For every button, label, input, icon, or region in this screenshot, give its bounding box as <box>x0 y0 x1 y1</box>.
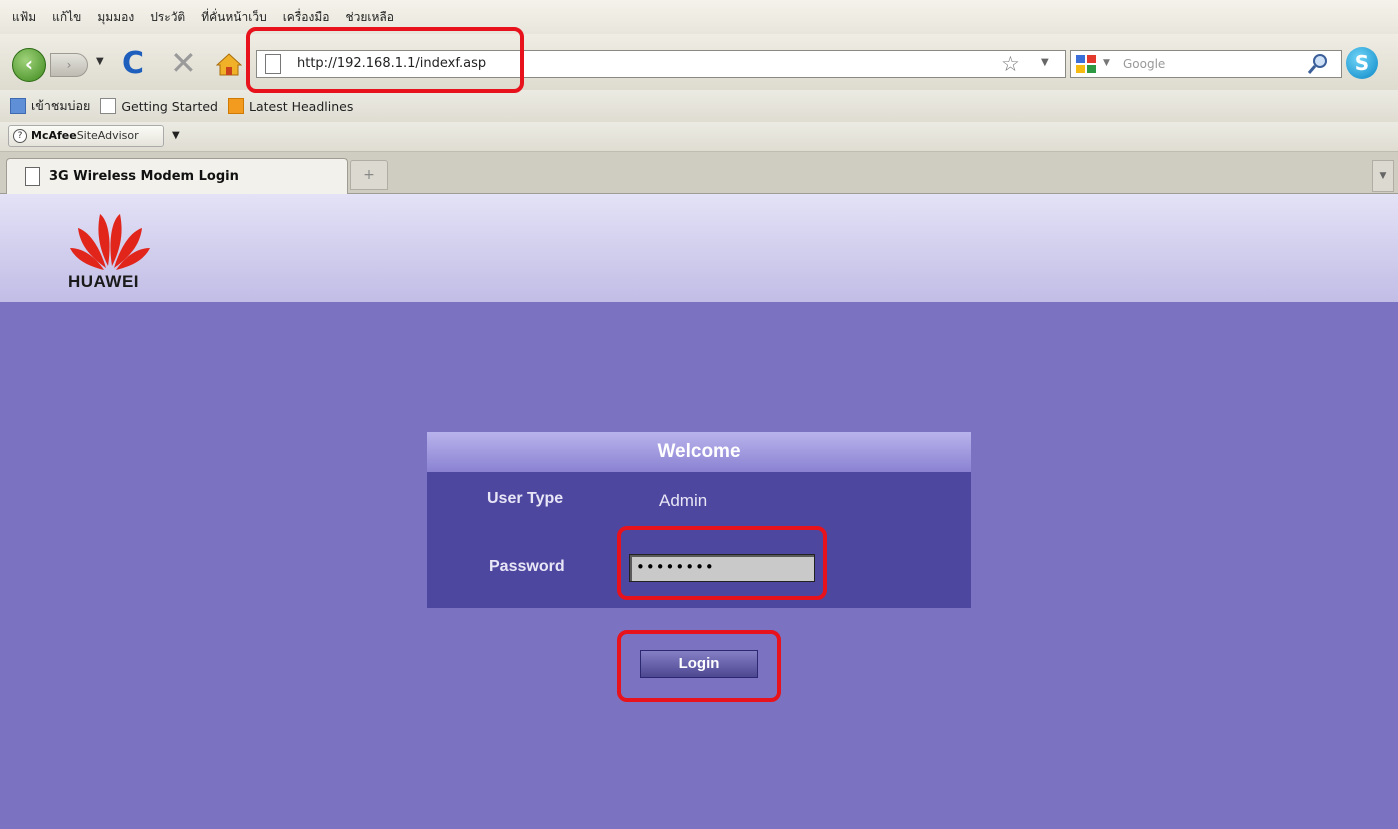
menu-edit[interactable]: แก้ไข <box>52 8 81 27</box>
skype-icon[interactable]: S <box>1346 47 1378 79</box>
tab-list-dropdown-icon[interactable]: ▼ <box>1372 160 1394 192</box>
menu-view[interactable]: มุมมอง <box>97 8 134 27</box>
bookmark-label: Getting Started <box>121 98 218 114</box>
bookmark-most-visited[interactable]: เข้าชมบ่อย <box>10 96 90 116</box>
back-button[interactable]: ‹ <box>12 48 46 82</box>
navigation-toolbar: ‹ › ▼ C ✕ http://192.168.1.1/indexf.asp … <box>0 34 1398 90</box>
mcafee-siteadvisor-button[interactable]: ? McAfeeSiteAdvisor <box>8 125 164 147</box>
user-type-label: User Type <box>487 490 564 507</box>
bookmark-getting-started[interactable]: Getting Started <box>100 98 218 114</box>
home-icon[interactable] <box>216 52 242 76</box>
addon-toolbar: ? McAfeeSiteAdvisor ▼ <box>0 122 1398 152</box>
history-dropdown-icon[interactable]: ▼ <box>96 56 104 67</box>
mcafee-icon: ? <box>13 129 27 143</box>
reload-icon[interactable]: C <box>122 46 144 81</box>
mcafee-brand: McAfee <box>31 129 77 142</box>
menu-help[interactable]: ช่วยเหลือ <box>345 8 394 27</box>
huawei-logo-text: HUAWEI <box>68 272 139 291</box>
bookmarks-toolbar: เข้าชมบ่อย Getting Started Latest Headli… <box>0 90 1398 122</box>
mcafee-dropdown-icon[interactable]: ▼ <box>172 130 180 141</box>
menu-history[interactable]: ประวัติ <box>150 8 185 27</box>
stop-icon[interactable]: ✕ <box>170 44 197 82</box>
login-button[interactable]: Login <box>640 650 758 678</box>
user-type-value: Admin <box>659 491 708 510</box>
address-input[interactable]: http://192.168.1.1/indexf.asp <box>297 56 486 71</box>
bookmark-latest-headlines[interactable]: Latest Headlines <box>227 98 354 114</box>
page-icon <box>265 54 281 74</box>
new-tab-button[interactable]: + <box>350 160 388 190</box>
forward-button[interactable]: › <box>50 53 88 77</box>
search-bar[interactable]: ▼ Google <box>1070 50 1342 78</box>
menu-tools[interactable]: เครื่องมือ <box>283 8 330 27</box>
page-icon <box>100 98 117 114</box>
mcafee-suffix: SiteAdvisor <box>76 129 139 142</box>
page-header: HUAWEI <box>0 194 1398 302</box>
search-input[interactable]: Google <box>1123 57 1165 71</box>
search-engine-dropdown-icon[interactable]: ▼ <box>1103 58 1110 68</box>
menu-bar: แฟ้ม แก้ไข มุมมอง ประวัติ ที่คั่นหน้าเว็… <box>0 0 1398 34</box>
page-content: HUAWEI Welcome User Type Admin Password … <box>0 194 1398 829</box>
login-panel: Welcome User Type Admin Password •••••••… <box>427 432 971 608</box>
tab-strip: 3G Wireless Modem Login + ▼ <box>0 152 1398 194</box>
tab-title: 3G Wireless Modem Login <box>49 169 239 184</box>
address-dropdown-icon[interactable]: ▼ <box>1041 57 1049 68</box>
page-icon <box>25 167 40 186</box>
bookmark-star-icon[interactable]: ☆ <box>1001 52 1020 76</box>
google-engine-icon[interactable] <box>1075 54 1097 74</box>
rss-icon <box>227 98 244 114</box>
most-visited-icon <box>10 98 26 114</box>
password-label: Password <box>489 558 565 575</box>
tab-modem-login[interactable]: 3G Wireless Modem Login <box>6 158 348 194</box>
menu-bookmarks[interactable]: ที่คั่นหน้าเว็บ <box>201 8 266 27</box>
password-field[interactable]: •••••••• <box>629 554 815 582</box>
bookmark-label: Latest Headlines <box>248 98 354 114</box>
login-title: Welcome <box>427 432 971 472</box>
bookmark-label: เข้าชมบ่อย <box>31 98 91 113</box>
search-icon[interactable] <box>1305 52 1331 76</box>
address-bar[interactable]: http://192.168.1.1/indexf.asp ☆ ▼ <box>256 50 1066 78</box>
menu-file[interactable]: แฟ้ม <box>12 8 36 27</box>
